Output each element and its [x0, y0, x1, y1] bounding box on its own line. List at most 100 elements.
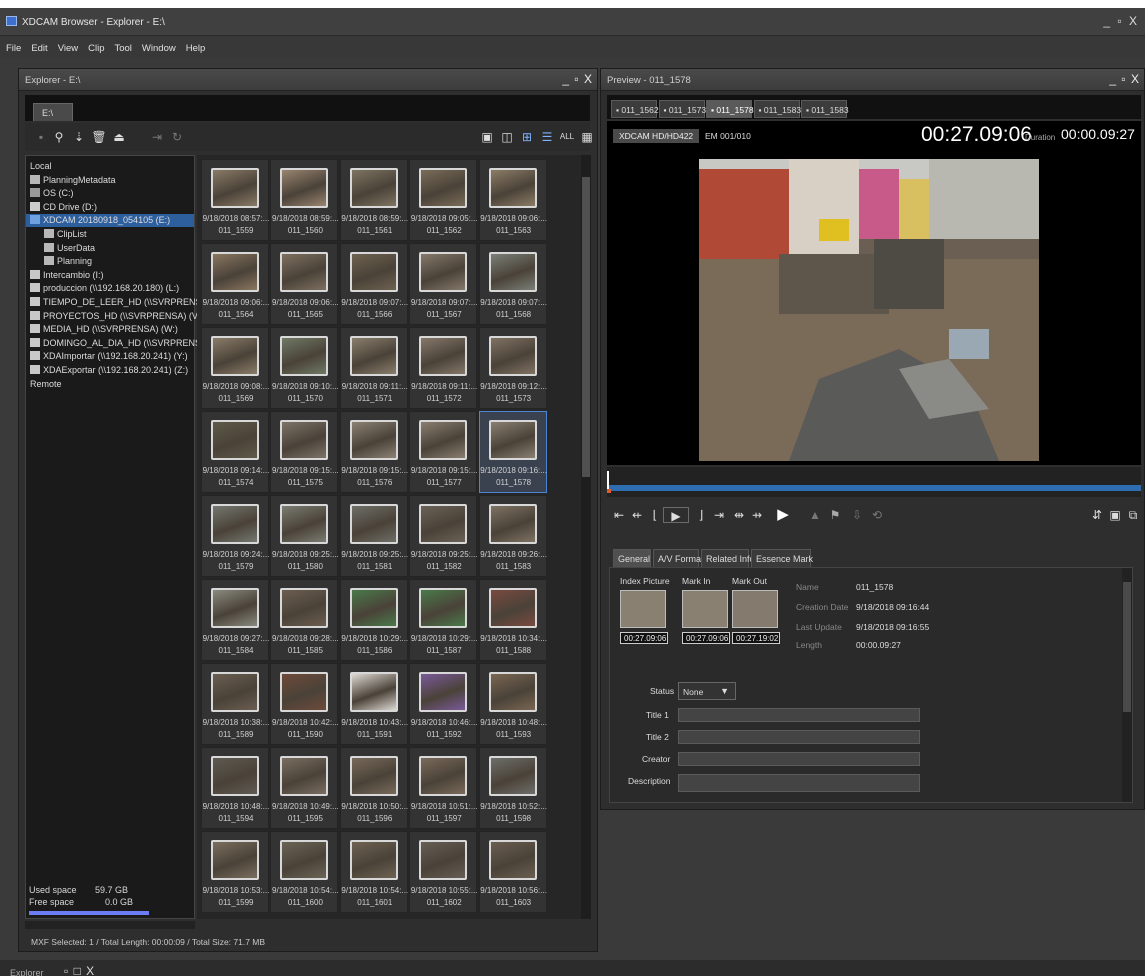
grid-size-icon[interactable]: ▦ [579, 129, 595, 145]
clip-thumbnail[interactable] [419, 672, 468, 712]
refresh-icon[interactable]: ↻ [169, 129, 185, 145]
clip-cell[interactable]: 9/18/2018 09:10:... 011_1570 [270, 327, 339, 409]
menu-tool[interactable]: Tool [114, 43, 131, 54]
clip-cell[interactable]: 9/18/2018 09:12:... 011_1573 [478, 327, 547, 409]
clip-cell[interactable]: 9/18/2018 10:54:... 011_1601 [339, 831, 408, 913]
clip-cell[interactable]: 9/18/2018 09:05:... 011_1562 [409, 159, 478, 241]
clip-thumbnail[interactable] [211, 252, 259, 292]
clip-cell[interactable]: 9/18/2018 10:49:... 011_1595 [270, 747, 339, 829]
tree-item[interactable]: DOMINGO_AL_DIA_HD (\\SVRPRENSA) (X:) [26, 337, 227, 350]
clear-mark-icon[interactable]: ⇥ [711, 507, 727, 523]
clip-cell[interactable]: 9/18/2018 10:51:... 011_1597 [409, 747, 478, 829]
clip-cell[interactable]: 9/18/2018 09:16:... 011_1578 [478, 411, 547, 493]
clip-cell[interactable]: 9/18/2018 09:15:... 011_1577 [409, 411, 478, 493]
detail-view-icon[interactable]: ◫ [499, 129, 515, 145]
menu-window[interactable]: Window [142, 43, 176, 54]
info-scrollbar-thumb[interactable] [1123, 582, 1131, 712]
mark-out-thumbnail[interactable] [732, 590, 778, 628]
clip-cell[interactable]: 9/18/2018 10:48:... 011_1593 [478, 663, 547, 745]
previous-mark-icon[interactable]: ⇷ [629, 507, 645, 523]
clip-thumbnail[interactable] [488, 504, 537, 544]
import-icon[interactable]: ⇣ [71, 129, 87, 145]
mark-out-icon[interactable]: ⌋ [693, 507, 709, 523]
clip-cell[interactable]: 9/18/2018 09:06:... 011_1563 [478, 159, 547, 241]
clip-thumbnail[interactable] [211, 504, 259, 544]
clip-cell[interactable]: 9/18/2018 09:08:... 011_1569 [201, 327, 269, 409]
clip-thumbnail[interactable] [349, 840, 398, 880]
info-tab-a-v-format[interactable]: A/V Format [653, 549, 704, 567]
status-dropdown[interactable]: None ▼ [678, 682, 736, 700]
clip-thumbnail[interactable] [488, 336, 537, 376]
clip-thumbnail[interactable] [488, 672, 537, 712]
clip-thumbnail[interactable] [419, 756, 468, 796]
tree-item[interactable]: UserData [26, 242, 194, 255]
tree-item[interactable]: CD Drive (D:) [26, 201, 194, 214]
menu-help[interactable]: Help [186, 43, 206, 54]
clip-cell[interactable]: 9/18/2018 08:57:... 011_1559 [201, 159, 269, 241]
timeline-bar[interactable] [607, 485, 1141, 491]
audio-meter-icon[interactable]: ⇵ [1089, 507, 1105, 523]
tree-item[interactable]: MEDIA_HD (\\SVRPRENSA) (W:) [26, 323, 194, 336]
clip-thumbnail[interactable] [280, 840, 329, 880]
clip-cell[interactable]: 9/18/2018 10:29:... 011_1587 [409, 579, 478, 661]
info-scrollbar[interactable] [1122, 568, 1132, 802]
go-to-start-icon[interactable]: ⇤ [611, 507, 627, 523]
clip-thumbnail[interactable] [349, 756, 398, 796]
clip-thumbnail[interactable] [211, 588, 259, 628]
thumbnail-view-icon[interactable]: ▣ [479, 129, 495, 145]
fit-view-icon[interactable]: ▣ [1107, 507, 1123, 523]
clip-cell[interactable]: 9/18/2018 10:29:... 011_1586 [339, 579, 408, 661]
clip-cell[interactable]: 9/18/2018 09:06:... 011_1564 [201, 243, 269, 325]
menu-edit[interactable]: Edit [31, 43, 47, 54]
title2-field[interactable] [678, 730, 920, 744]
clip-cell[interactable]: 9/18/2018 08:59:... 011_1560 [270, 159, 339, 241]
clip-cell[interactable]: 9/18/2018 09:07:... 011_1566 [339, 243, 408, 325]
clip-cell[interactable]: 9/18/2018 10:48:... 011_1594 [201, 747, 269, 829]
clip-tab[interactable]: ▪ 011_1562 [611, 100, 659, 118]
select-all-icon[interactable]: ALL [557, 129, 577, 145]
clip-cell[interactable]: 9/18/2018 09:25:... 011_1582 [409, 495, 478, 577]
clip-thumbnail[interactable] [349, 336, 398, 376]
clip-thumbnail[interactable] [488, 588, 537, 628]
tree-item[interactable]: ClipList [26, 228, 194, 241]
clip-cell[interactable]: 9/18/2018 10:55:... 011_1602 [409, 831, 478, 913]
bottom-tab-controls[interactable]: ▫ □ X [64, 964, 95, 976]
clip-cell[interactable]: 9/18/2018 09:28:... 011_1585 [270, 579, 339, 661]
clip-cell[interactable]: 9/18/2018 10:54:... 011_1600 [270, 831, 339, 913]
clip-thumbnail[interactable] [211, 168, 259, 208]
grid-scrollbar-thumb[interactable] [582, 177, 590, 477]
clip-thumbnail[interactable] [280, 252, 329, 292]
clip-thumbnail[interactable] [211, 336, 259, 376]
clip-thumbnail[interactable] [419, 504, 468, 544]
preview-window-controls[interactable]: _ ▫ X [1109, 72, 1140, 86]
explorer-window-controls[interactable]: _ ▫ X [562, 72, 593, 86]
mark-in-thumbnail[interactable] [682, 590, 728, 628]
clip-thumbnail[interactable] [211, 756, 259, 796]
clip-cell[interactable]: 9/18/2018 09:11:... 011_1571 [339, 327, 408, 409]
clip-thumbnail[interactable] [211, 672, 259, 712]
index-picture-thumbnail[interactable] [620, 590, 666, 628]
grid-scrollbar[interactable] [581, 155, 591, 919]
info-tab-essence-mark[interactable]: Essence Mark [751, 549, 813, 567]
clip-cell[interactable]: 9/18/2018 09:15:... 011_1576 [339, 411, 408, 493]
eject-icon[interactable]: ⏏ [111, 129, 127, 145]
previous-frame-icon[interactable]: ⇹ [731, 507, 747, 523]
clip-thumbnail[interactable] [280, 168, 329, 208]
clip-cell[interactable]: 9/18/2018 10:56:... 011_1603 [478, 831, 547, 913]
clip-thumbnail[interactable] [419, 252, 468, 292]
clip-cell[interactable]: 9/18/2018 09:25:... 011_1580 [270, 495, 339, 577]
clip-cell[interactable]: 9/18/2018 09:27:... 011_1584 [201, 579, 269, 661]
tree-item[interactable]: OS (C:) [26, 187, 194, 200]
clip-thumbnail[interactable] [419, 588, 468, 628]
window-controls[interactable]: _ ▫ X [1103, 14, 1139, 28]
clip-thumbnail[interactable] [488, 420, 537, 460]
clip-thumbnail[interactable] [280, 504, 329, 544]
tree-item[interactable]: XDAExportar (\\192.168.20.241) (Z:) [26, 364, 194, 377]
info-tab-general[interactable]: General [613, 549, 651, 567]
clip-cell[interactable]: 9/18/2018 09:15:... 011_1575 [270, 411, 339, 493]
clip-cell[interactable]: 9/18/2018 09:11:... 011_1572 [409, 327, 477, 409]
bottom-tab-label[interactable]: Explorer [10, 968, 44, 976]
clip-thumbnail[interactable] [349, 588, 398, 628]
creator-field[interactable] [678, 752, 920, 766]
export-icon[interactable]: ⇥ [149, 129, 165, 145]
